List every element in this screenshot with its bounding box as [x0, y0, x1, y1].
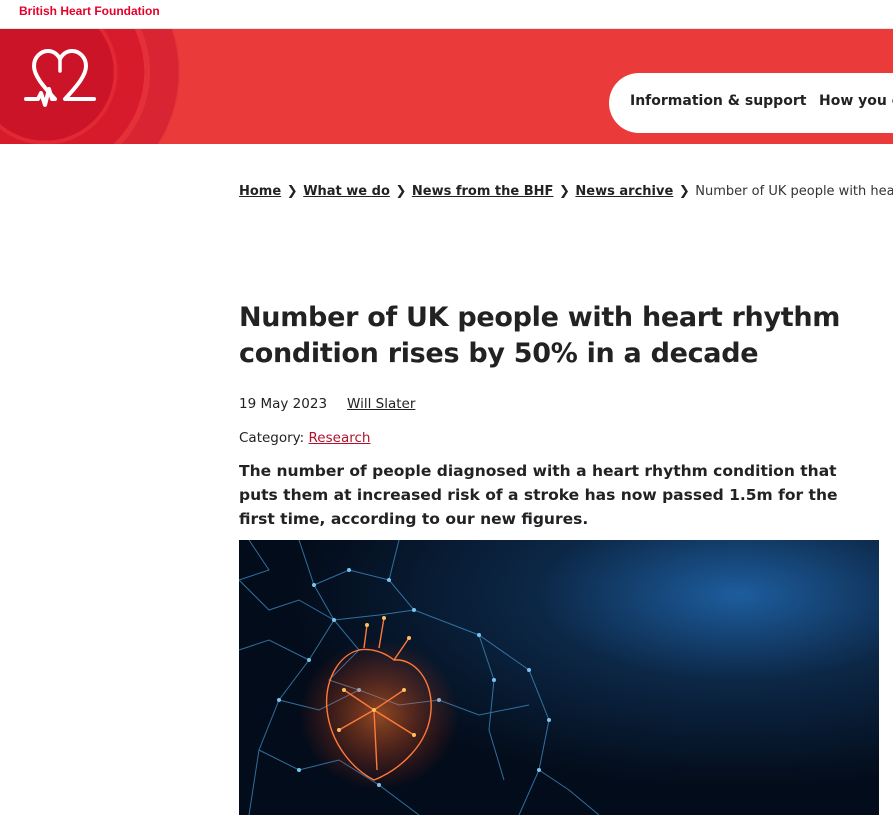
brand-link[interactable]: British Heart Foundation — [19, 4, 160, 18]
article-category: Category: Research — [239, 430, 370, 446]
chevron-right-icon: ❯ — [395, 184, 407, 199]
category-link[interactable]: Research — [309, 430, 371, 446]
breadcrumb: Home ❯ What we do ❯ News from the BHF ❯ News a… — [239, 184, 893, 204]
breadcrumb-what-we-do[interactable]: What we do — [303, 184, 390, 199]
breadcrumb-news-archive[interactable]: News archive — [575, 184, 673, 199]
category-label: Category: — [239, 430, 305, 446]
article-lede: The number of people diagnosed with a he… — [239, 462, 838, 528]
chevron-right-icon: ❯ — [678, 184, 690, 199]
article-date: 19 May 2023 — [239, 396, 328, 412]
hero-image — [239, 540, 879, 815]
breadcrumb-current: Number of UK people with heart r — [695, 184, 893, 199]
chevron-right-icon: ❯ — [286, 184, 298, 199]
breadcrumb-news-from-bhf[interactable]: News from the BHF — [412, 184, 554, 199]
site-header: Information & support How you c — [0, 29, 893, 144]
breadcrumb-home[interactable]: Home — [239, 184, 281, 199]
article-meta: 19 May 2023 Will Slater — [239, 396, 415, 412]
author-link[interactable]: Will Slater — [347, 396, 415, 412]
nav-how-you-can-help[interactable]: How you c — [819, 93, 893, 109]
heart-logo-icon[interactable] — [24, 49, 96, 111]
hero-image-graphic — [239, 540, 879, 815]
nav-information-support[interactable]: Information & support — [630, 93, 806, 109]
article-title: Number of UK people with heart rhythm co… — [239, 302, 841, 369]
top-bar: British Heart Foundation — [0, 0, 893, 29]
chevron-right-icon: ❯ — [558, 184, 570, 199]
main-nav: Information & support How you c — [609, 73, 893, 133]
